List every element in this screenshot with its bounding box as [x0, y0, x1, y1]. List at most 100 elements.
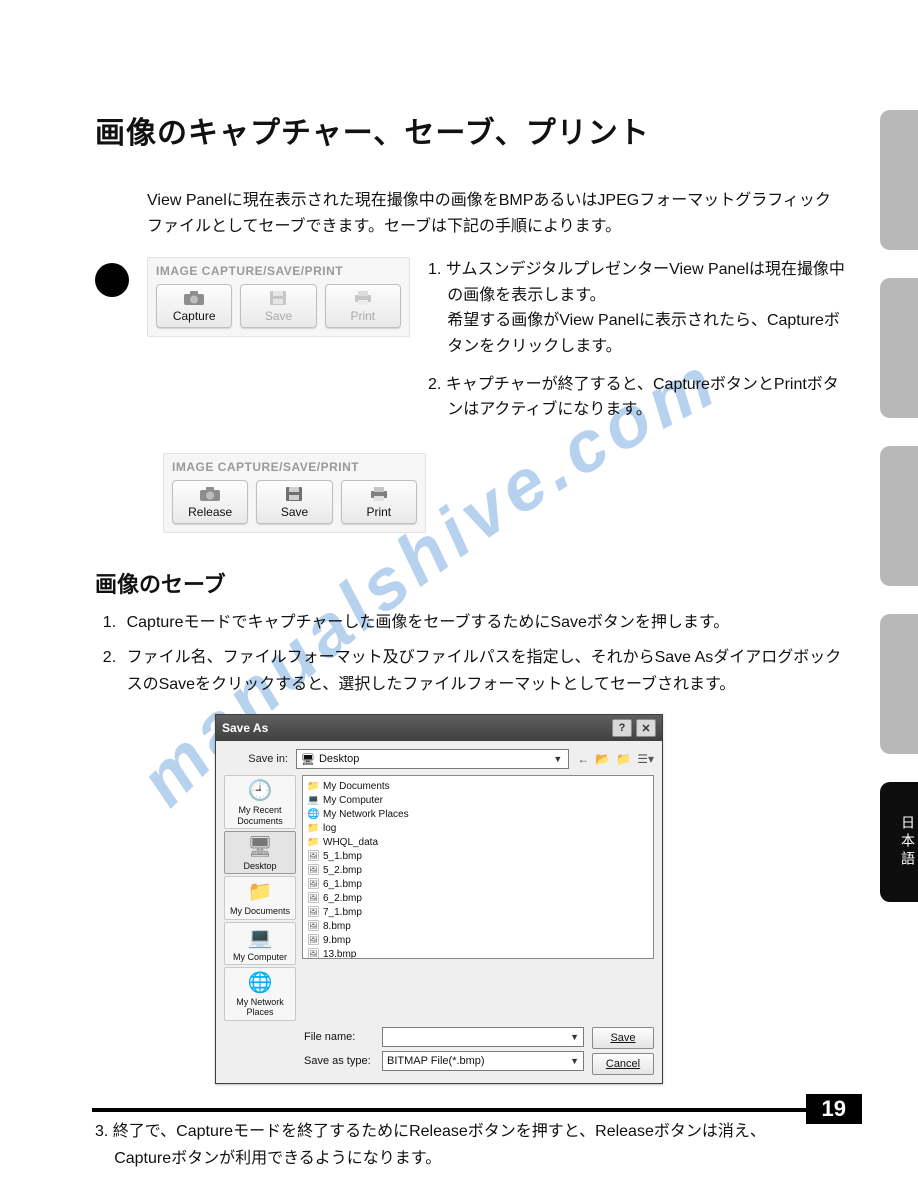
side-tab-active: 日本語	[880, 782, 918, 902]
side-tabs: 日本語	[880, 110, 918, 902]
floppy-icon	[267, 289, 289, 307]
dialog-title-bar: Save As ? ✕	[216, 715, 662, 741]
places-item[interactable]: 🌐My Network Places	[224, 967, 296, 1021]
file-item[interactable]: 📁My Documents	[307, 779, 649, 793]
file-item[interactable]: 📁WHQL_data	[307, 835, 649, 849]
views-icon[interactable]: ☰▾	[637, 752, 654, 766]
save-in-combo[interactable]: 🖥 Desktop ▼	[296, 749, 569, 769]
button-label: Save	[281, 505, 308, 519]
new-folder-icon[interactable]: 📁	[616, 752, 631, 766]
file-icon: 📁	[307, 837, 319, 848]
file-icon: 🖼	[307, 935, 319, 946]
chevron-down-icon: ▼	[570, 1056, 579, 1066]
file-item[interactable]: 📁 log	[307, 821, 649, 835]
up-icon[interactable]: 📂	[595, 752, 610, 766]
dialog-save-button[interactable]: Save	[592, 1027, 654, 1049]
file-item[interactable]: 🖼 6_1.bmp	[307, 877, 649, 891]
manual-page: manualshive.com 日本語 画像のキャプチャー、セーブ、プリント V…	[0, 0, 918, 1188]
file-item[interactable]: 🖼 5_2.bmp	[307, 863, 649, 877]
release-button[interactable]: Release	[172, 480, 248, 524]
toolbar-title: IMAGE CAPTURE/SAVE/PRINT	[168, 458, 421, 480]
places-item[interactable]: 🕘My Recent Documents	[224, 775, 296, 829]
dialog-title: Save As	[222, 721, 268, 735]
file-name: 7_1.bmp	[323, 907, 362, 918]
print-button[interactable]: Print	[341, 480, 417, 524]
file-name: My Network Places	[323, 809, 409, 820]
save-steps: Captureモードでキャプチャーした画像をセーブするためにSaveボタンを押し…	[95, 609, 845, 699]
button-label: Release	[188, 505, 232, 519]
place-label: My Recent Documents	[237, 805, 283, 825]
note-text: Captureボタンが利用できるようになります。	[95, 1145, 845, 1172]
file-name: My Documents	[323, 781, 390, 792]
file-list[interactable]: 📁My Documents💻My Computer🌐My Network Pla…	[302, 775, 654, 959]
intro-text: View Panelに現在表示された現在撮像中の画像をBMPあるいはJPEGフォ…	[147, 188, 845, 239]
place-label: My Computer	[233, 952, 287, 962]
place-label: Desktop	[243, 861, 276, 871]
side-tab	[880, 110, 918, 250]
file-item[interactable]: 🌐 My Network Places	[307, 807, 649, 821]
file-name: 5_2.bmp	[323, 865, 362, 876]
file-name: 5_1.bmp	[323, 851, 362, 862]
help-button[interactable]: ?	[612, 719, 632, 737]
save-in-value: Desktop	[319, 753, 359, 765]
capture-button[interactable]: Capture	[156, 284, 232, 328]
savetype-value: BITMAP File(*.bmp)	[387, 1055, 485, 1067]
file-icon: 📁	[307, 823, 319, 834]
savetype-combo[interactable]: BITMAP File(*.bmp) ▼	[382, 1051, 584, 1071]
file-icon: 🖼	[307, 879, 319, 890]
place-icon: 📁	[227, 881, 293, 904]
side-tab	[880, 614, 918, 754]
file-item[interactable]: 🖼 9.bmp	[307, 933, 649, 947]
place-icon: 🕘	[227, 780, 293, 803]
place-icon: 🌐	[227, 972, 293, 995]
save-button[interactable]: Save	[240, 284, 316, 328]
note-text: 3. 終了で、Captureモードを終了するためにReleaseボタンを押すと、…	[95, 1118, 845, 1145]
file-name: 8.bmp	[323, 921, 351, 932]
file-icon: 💻	[307, 795, 319, 806]
bullet-icon	[95, 263, 129, 297]
places-item[interactable]: 💻My Computer	[224, 922, 296, 965]
step-text: 2. キャプチャーが終了すると、CaptureボタンとPrintボタンはアクティ…	[428, 372, 845, 423]
button-label: Print	[350, 309, 375, 323]
desktop-icon: 🖥	[301, 753, 315, 766]
file-icon: 🖼	[307, 921, 319, 932]
toolbar-title: IMAGE CAPTURE/SAVE/PRINT	[152, 262, 405, 284]
dialog-cancel-button[interactable]: Cancel	[592, 1053, 654, 1075]
file-item[interactable]: 💻My Computer	[307, 793, 649, 807]
place-label: My Documents	[230, 906, 290, 916]
printer-icon	[368, 485, 390, 503]
file-icon: 🖼	[307, 907, 319, 918]
printer-icon	[352, 289, 374, 307]
places-item[interactable]: 🖥Desktop	[224, 831, 296, 874]
chevron-down-icon: ▼	[551, 754, 564, 764]
step-text: 1. サムスンデジタルプレゼンターView Panelは現在撮像中の画像を表示し…	[428, 257, 845, 308]
file-icon: 🖼	[307, 865, 319, 876]
save-as-dialog: Save As ? ✕ Save in: 🖥 Desktop ▼ ←	[215, 714, 663, 1083]
file-item[interactable]: 🖼 5_1.bmp	[307, 849, 649, 863]
file-name: 6_1.bmp	[323, 879, 362, 890]
file-item[interactable]: 🖼 7_1.bmp	[307, 905, 649, 919]
list-item: ファイル名、ファイルフォーマット及びファイルパスを指定し、それからSave As…	[121, 644, 845, 698]
file-item[interactable]: 🖼6_2.bmp	[307, 891, 649, 905]
camera-icon	[199, 485, 221, 503]
side-tab	[880, 446, 918, 586]
place-label: My Network Places	[236, 997, 284, 1017]
savetype-label: Save as type:	[304, 1055, 376, 1067]
print-button[interactable]: Print	[325, 284, 401, 328]
chevron-down-icon: ▼	[570, 1032, 579, 1042]
toolbar-capture-save-print: IMAGE CAPTURE/SAVE/PRINT Capture Save	[147, 257, 410, 337]
filename-input[interactable]: ▼	[382, 1027, 584, 1047]
file-icon: 🖼	[307, 851, 319, 862]
save-button[interactable]: Save	[256, 480, 332, 524]
back-icon[interactable]: ←	[577, 752, 589, 766]
file-name: 6_2.bmp	[323, 893, 362, 904]
file-name: 9.bmp	[323, 935, 351, 946]
file-item[interactable]: 🖼 8.bmp	[307, 919, 649, 933]
file-icon: 🌐	[307, 809, 319, 820]
close-button[interactable]: ✕	[636, 719, 656, 737]
file-name: log	[323, 823, 336, 834]
filename-label: File name:	[304, 1031, 376, 1043]
file-item[interactable]: 🖼13.bmp	[307, 947, 649, 959]
places-item[interactable]: 📁 My Documents	[224, 876, 296, 919]
file-icon: 🖼	[307, 949, 319, 960]
